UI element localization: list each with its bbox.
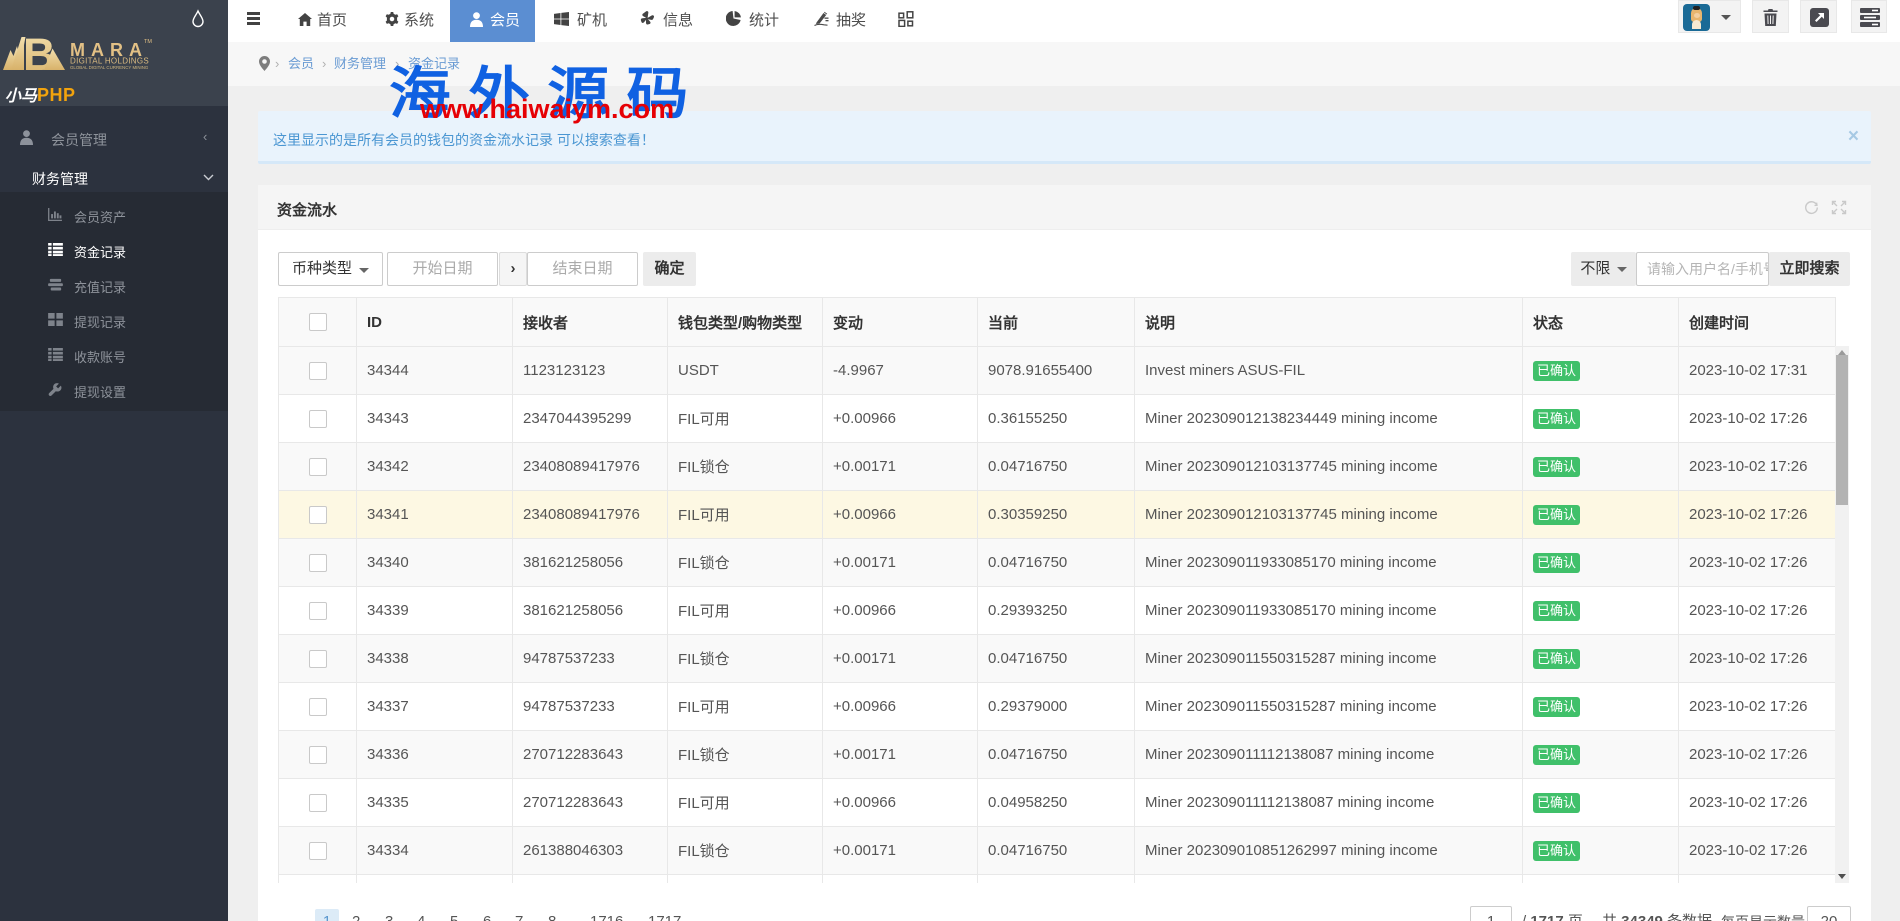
- svg-text:GLOBAL DIGITAL CURRENCY MINING: GLOBAL DIGITAL CURRENCY MINING: [70, 65, 149, 70]
- svg-text:TM: TM: [144, 39, 152, 45]
